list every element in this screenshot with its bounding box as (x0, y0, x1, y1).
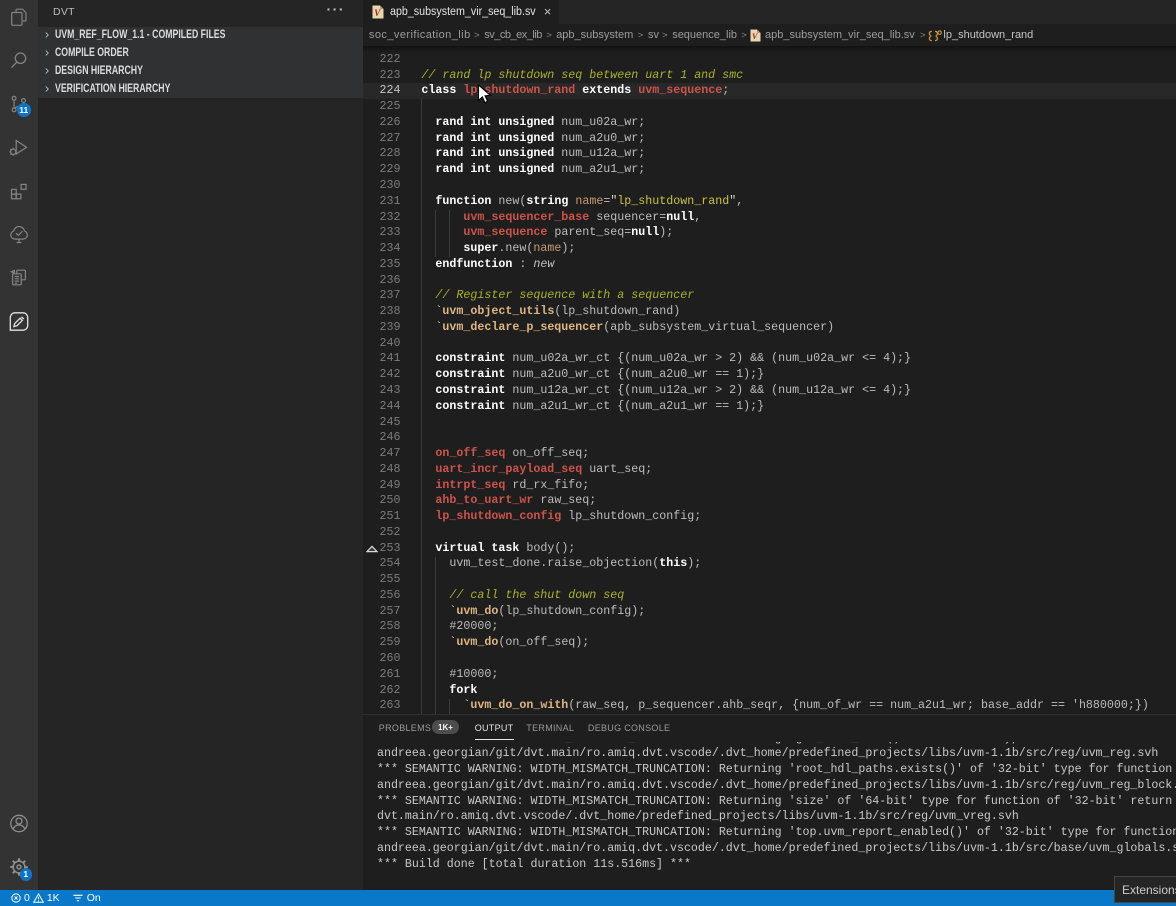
svg-text:V: V (752, 32, 758, 41)
svg-text:V: V (374, 8, 381, 18)
